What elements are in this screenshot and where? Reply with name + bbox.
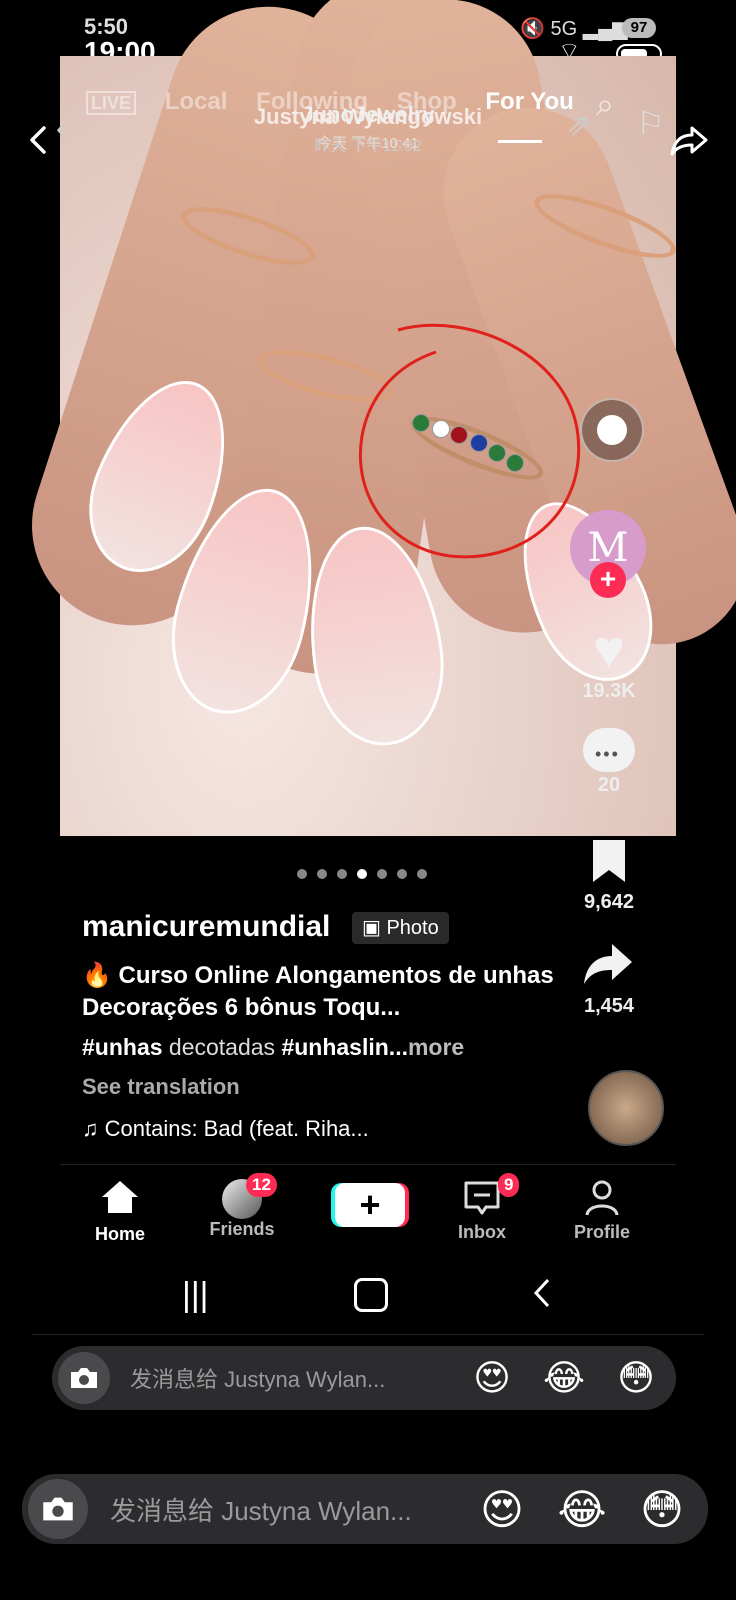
home-icon	[102, 1181, 138, 1213]
nav-inbox-label: Inbox	[458, 1222, 506, 1242]
red-circle-annotation	[359, 323, 581, 559]
music-disc-avatar[interactable]	[588, 1070, 664, 1146]
nav-profile[interactable]: Profile	[554, 1179, 650, 1243]
nav-profile-label: Profile	[573, 1222, 630, 1242]
emoji-tears-of-joy[interactable]: 😂	[528, 1357, 600, 1399]
photo-badge-label: Photo	[386, 917, 439, 939]
hashtag[interactable]: #unhas	[82, 1034, 163, 1060]
photo-badge: ▣ Photo	[352, 912, 449, 944]
mute-icon: 🔇	[520, 18, 545, 40]
heart-icon: ♥	[592, 620, 626, 680]
inner-back-icon[interactable]: ‹	[56, 112, 66, 146]
back-icon[interactable]	[24, 120, 52, 160]
save-button[interactable]: 9,642	[564, 838, 654, 914]
home-system-button[interactable]	[354, 1278, 388, 1312]
recents-button[interactable]: |||	[182, 1276, 209, 1315]
flag-icon[interactable]: ⚐	[636, 104, 665, 142]
tab-live[interactable]: LIVE	[86, 91, 137, 115]
see-translation-link[interactable]: See translation	[82, 1074, 240, 1100]
plus-icon: +	[335, 1183, 405, 1227]
effect-icon[interactable]	[580, 398, 644, 462]
follow-plus-icon[interactable]: +	[590, 562, 626, 598]
comment-count: 20	[597, 774, 621, 796]
inner-share-icon[interactable]: ⇗	[566, 108, 591, 143]
comment-icon: •••	[583, 728, 635, 772]
emoji-heart-eyes[interactable]: 😍	[462, 1485, 542, 1534]
hashtag[interactable]: #unhaslin...	[281, 1034, 408, 1060]
share-icon[interactable]	[668, 120, 712, 160]
signal-icon: ▂▄▆	[582, 18, 628, 40]
post-caption[interactable]: 🔥 Curso Online Alongamentos de unhas Dec…	[82, 960, 562, 1024]
battery-level: 97	[622, 18, 656, 38]
emoji-heart-eyes[interactable]: 😍	[456, 1357, 528, 1399]
chat-header: JunoJewelry 昨天 下午11:02	[180, 102, 556, 156]
emoji-flushed[interactable]: 😳	[622, 1485, 702, 1534]
create-button[interactable]: +	[322, 1183, 418, 1227]
emoji-flushed[interactable]: 😳	[600, 1357, 672, 1399]
inner-message-bar: 发消息给 Justyna Wylan... 😍 😂 😳	[52, 1346, 676, 1410]
post-username[interactable]: manicuremundial	[82, 910, 330, 944]
message-input[interactable]: 发消息给 Justyna Wylan...	[110, 1491, 462, 1528]
comment-button[interactable]: ••• 20	[564, 728, 654, 797]
like-count: 19.3K	[582, 680, 636, 702]
nav-home[interactable]: Home	[72, 1179, 168, 1245]
emoji-tears-of-joy[interactable]: 😂	[542, 1485, 622, 1534]
share-count: 1,454	[583, 995, 635, 1017]
save-count: 9,642	[583, 891, 635, 913]
hashtag-text: decotadas	[162, 1034, 282, 1060]
photo-icon: ▣	[362, 917, 381, 939]
search-icon[interactable]: ⌕	[596, 86, 614, 124]
camera-button[interactable]	[58, 1352, 110, 1404]
share-button[interactable]: 1,454	[564, 940, 654, 1018]
camera-icon	[71, 1368, 97, 1388]
friends-badge: 12	[246, 1173, 277, 1197]
bookmark-icon	[593, 840, 625, 882]
nav-home-label: Home	[94, 1224, 145, 1244]
carousel-indicator	[292, 866, 432, 884]
inbox-badge: 9	[498, 1173, 520, 1197]
inbox-icon	[464, 1181, 500, 1215]
post-hashtags[interactable]: #unhas decotadas #unhaslin...more	[82, 1034, 562, 1061]
camera-button[interactable]	[28, 1479, 88, 1539]
nav-friends-label: Friends	[209, 1219, 275, 1239]
more-link[interactable]: more	[408, 1034, 464, 1060]
camera-icon	[43, 1497, 73, 1521]
bottom-nav: Home Friends 12 + Inbox 9 Profile	[60, 1164, 676, 1251]
like-button[interactable]: ♥ 19.3K	[564, 622, 654, 703]
music-info[interactable]: ♫ Contains: Bad (feat. Riha...	[82, 1116, 369, 1142]
back-system-button[interactable]	[530, 1276, 554, 1310]
profile-icon	[585, 1180, 619, 1216]
inner-message-input[interactable]: 发消息给 Justyna Wylan...	[130, 1362, 456, 1394]
message-bar: 发消息给 Justyna Wylan... 😍 😂 😳	[22, 1474, 708, 1544]
share-arrow-icon	[584, 944, 632, 984]
chat-name: JunoJewelry	[301, 102, 435, 127]
chat-time: 昨天 下午11:02	[314, 138, 422, 155]
